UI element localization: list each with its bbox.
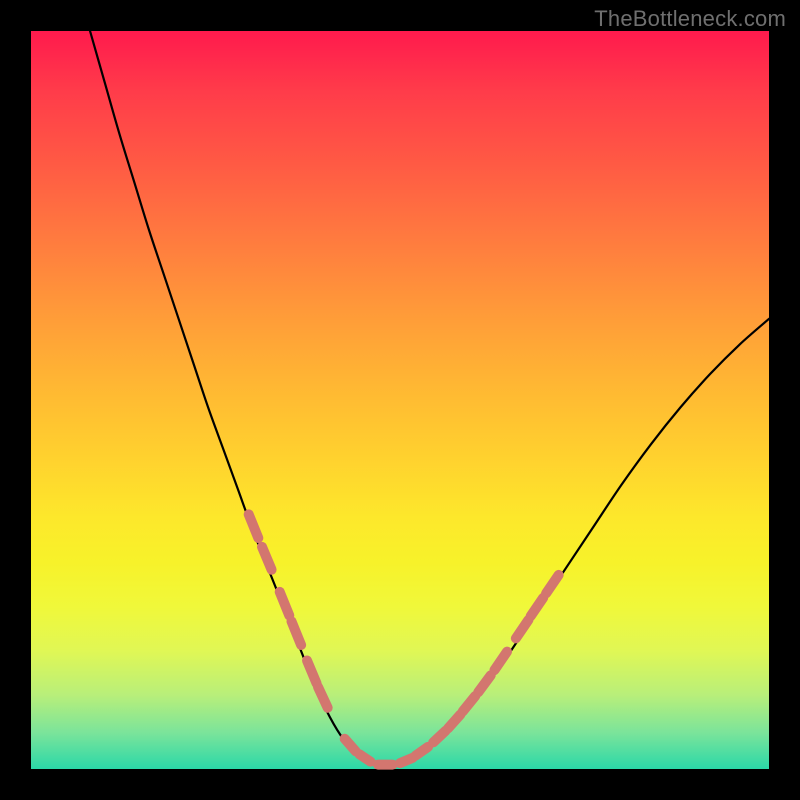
- right-dash-8: [546, 575, 559, 593]
- right-dash-4: [478, 675, 491, 692]
- left-dash-4: [292, 621, 302, 645]
- right-dash-7: [531, 598, 544, 616]
- bottom-dash-1: [345, 739, 356, 752]
- right-dash-5: [494, 652, 507, 670]
- right-dash-1: [433, 731, 446, 743]
- bottleneck-curve: [90, 31, 769, 765]
- left-dash-5: [307, 661, 317, 684]
- plot-area: [31, 31, 769, 769]
- left-dash-6: [318, 687, 328, 708]
- right-dash-6: [516, 620, 529, 638]
- chart-svg: [31, 31, 769, 769]
- right-dash-3: [463, 696, 476, 711]
- left-dash-1: [249, 514, 259, 538]
- bottom-dash-5: [415, 747, 428, 756]
- watermark-text: TheBottleneck.com: [594, 6, 786, 32]
- left-dash-2: [262, 547, 272, 570]
- outer-frame: TheBottleneck.com: [0, 0, 800, 800]
- bottom-dash-2: [359, 754, 370, 761]
- highlight-dashes: [249, 514, 559, 764]
- bottom-dash-4: [400, 758, 413, 763]
- left-dash-3: [280, 592, 290, 616]
- right-dash-2: [448, 714, 461, 728]
